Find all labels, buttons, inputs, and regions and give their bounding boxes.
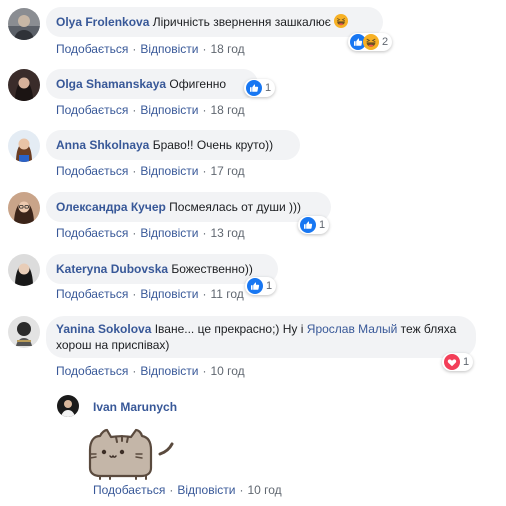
reply-link[interactable]: Відповісти xyxy=(140,364,198,378)
comment-bubble: Kateryna Dubovska Божественно)) xyxy=(46,254,278,284)
like-link[interactable]: Подобається xyxy=(56,42,128,56)
reply-link[interactable]: Відповісти xyxy=(140,42,198,56)
reaction-summary[interactable]: 1 xyxy=(244,79,276,97)
reaction-summary[interactable]: 1 xyxy=(298,216,330,234)
reply-link[interactable]: Відповісти xyxy=(140,287,198,301)
comment-actions: Подобається · Відповісти · 18 год xyxy=(56,102,245,118)
comment-author[interactable]: Yanina Sokolova xyxy=(56,322,151,336)
reply-author[interactable]: Ivan Marunych xyxy=(93,399,177,415)
separator-dot: · xyxy=(132,42,137,56)
avatar[interactable] xyxy=(8,69,40,101)
reply-link[interactable]: Відповісти xyxy=(177,483,235,497)
comment-bubble: Olga Shamanskaya Офигенно xyxy=(46,69,258,99)
comment-author[interactable]: Olya Frolenkova xyxy=(56,15,149,29)
avatar[interactable] xyxy=(8,130,40,162)
avatar[interactable] xyxy=(8,316,40,348)
comment-text: Божественно)) xyxy=(171,262,253,276)
comment-text: Ліричність звернення зашкалює xyxy=(152,15,331,29)
reply-link[interactable]: Відповісти xyxy=(140,226,198,240)
avatar[interactable] xyxy=(8,254,40,286)
mention-link[interactable]: Ярослав Малый xyxy=(307,322,398,336)
comment-time[interactable]: 13 год xyxy=(210,226,244,240)
separator-dot: · xyxy=(202,164,207,178)
separator-dot: · xyxy=(132,287,137,301)
comment-bubble: Anna Shkolnaya Браво!! Очень круто)) xyxy=(46,130,300,160)
haha-icon xyxy=(363,34,379,50)
reaction-count: 1 xyxy=(266,280,273,292)
like-link[interactable]: Подобається xyxy=(56,103,128,117)
comment-time[interactable]: 18 год xyxy=(210,103,244,117)
avatar[interactable] xyxy=(57,395,79,417)
reaction-summary[interactable]: 1 xyxy=(245,277,277,295)
separator-dot: · xyxy=(202,103,207,117)
comment-author[interactable]: Olga Shamanskaya xyxy=(56,77,166,91)
pusheen-cat-sticker xyxy=(84,428,174,480)
separator-dot: · xyxy=(132,364,137,378)
reply-link[interactable]: Відповісти xyxy=(140,164,198,178)
reaction-count: 2 xyxy=(382,36,389,48)
separator-dot: · xyxy=(202,226,207,240)
comment-time[interactable]: 17 год xyxy=(210,164,244,178)
separator-dot: · xyxy=(202,42,207,56)
comment-time[interactable]: 10 год xyxy=(247,483,281,497)
comment-text: Браво!! Очень круто)) xyxy=(152,138,274,152)
like-icon xyxy=(247,278,263,294)
comment-text: Офигенно xyxy=(169,77,227,91)
reply-link[interactable]: Відповісти xyxy=(140,103,198,117)
comment-actions: Подобається · Відповісти · 13 год xyxy=(56,225,245,241)
comment-actions: Подобається · Відповісти · 18 год xyxy=(56,41,245,57)
separator-dot: · xyxy=(202,287,207,301)
comment-actions: Подобається · Відповісти · 10 год xyxy=(56,363,245,379)
comment-author[interactable]: Kateryna Dubovska xyxy=(56,262,168,276)
comment-bubble: Olya Frolenkova Ліричність звернення заш… xyxy=(46,7,383,37)
separator-dot: · xyxy=(132,103,137,117)
like-link[interactable]: Подобається xyxy=(56,364,128,378)
comment-actions: Подобається · Відповісти · 11 год xyxy=(56,286,244,302)
like-link[interactable]: Подобається xyxy=(56,226,128,240)
separator-dot: · xyxy=(132,226,137,240)
haha-emoji-icon xyxy=(334,14,348,28)
comment-actions: Подобається · Відповісти · 17 год xyxy=(56,163,245,179)
like-icon xyxy=(246,80,262,96)
like-link[interactable]: Подобається xyxy=(56,164,128,178)
separator-dot: · xyxy=(202,364,207,378)
reaction-summary[interactable]: 2 xyxy=(348,33,393,51)
comment-bubble: Yanina Sokolova Іване... це прекрасно;) … xyxy=(46,316,476,358)
like-link[interactable]: Подобається xyxy=(93,483,165,497)
love-icon xyxy=(444,354,460,370)
reaction-count: 1 xyxy=(463,356,470,368)
comment-time[interactable]: 11 год xyxy=(210,287,243,301)
comment-text-part: Іване... це прекрасно;) Ну і xyxy=(154,322,304,336)
separator-dot: · xyxy=(239,483,244,497)
comment-actions: Подобається · Відповісти · 10 год xyxy=(93,482,282,498)
separator-dot: · xyxy=(132,164,137,178)
comment-bubble: Олександра Кучер Посмеялась от души ))) xyxy=(46,192,331,222)
comment-text: Посмеялась от души ))) xyxy=(169,200,302,214)
reaction-summary[interactable]: 1 xyxy=(442,353,474,371)
avatar[interactable] xyxy=(8,8,40,40)
reaction-count: 1 xyxy=(319,219,326,231)
comment-time[interactable]: 18 год xyxy=(210,42,244,56)
comment-author[interactable]: Anna Shkolnaya xyxy=(56,138,149,152)
comment-author[interactable]: Олександра Кучер xyxy=(56,200,166,214)
avatar[interactable] xyxy=(8,192,40,224)
comment-time[interactable]: 10 год xyxy=(210,364,244,378)
like-link[interactable]: Подобається xyxy=(56,287,128,301)
reaction-count: 1 xyxy=(265,82,272,94)
like-icon xyxy=(300,217,316,233)
separator-dot: · xyxy=(169,483,174,497)
